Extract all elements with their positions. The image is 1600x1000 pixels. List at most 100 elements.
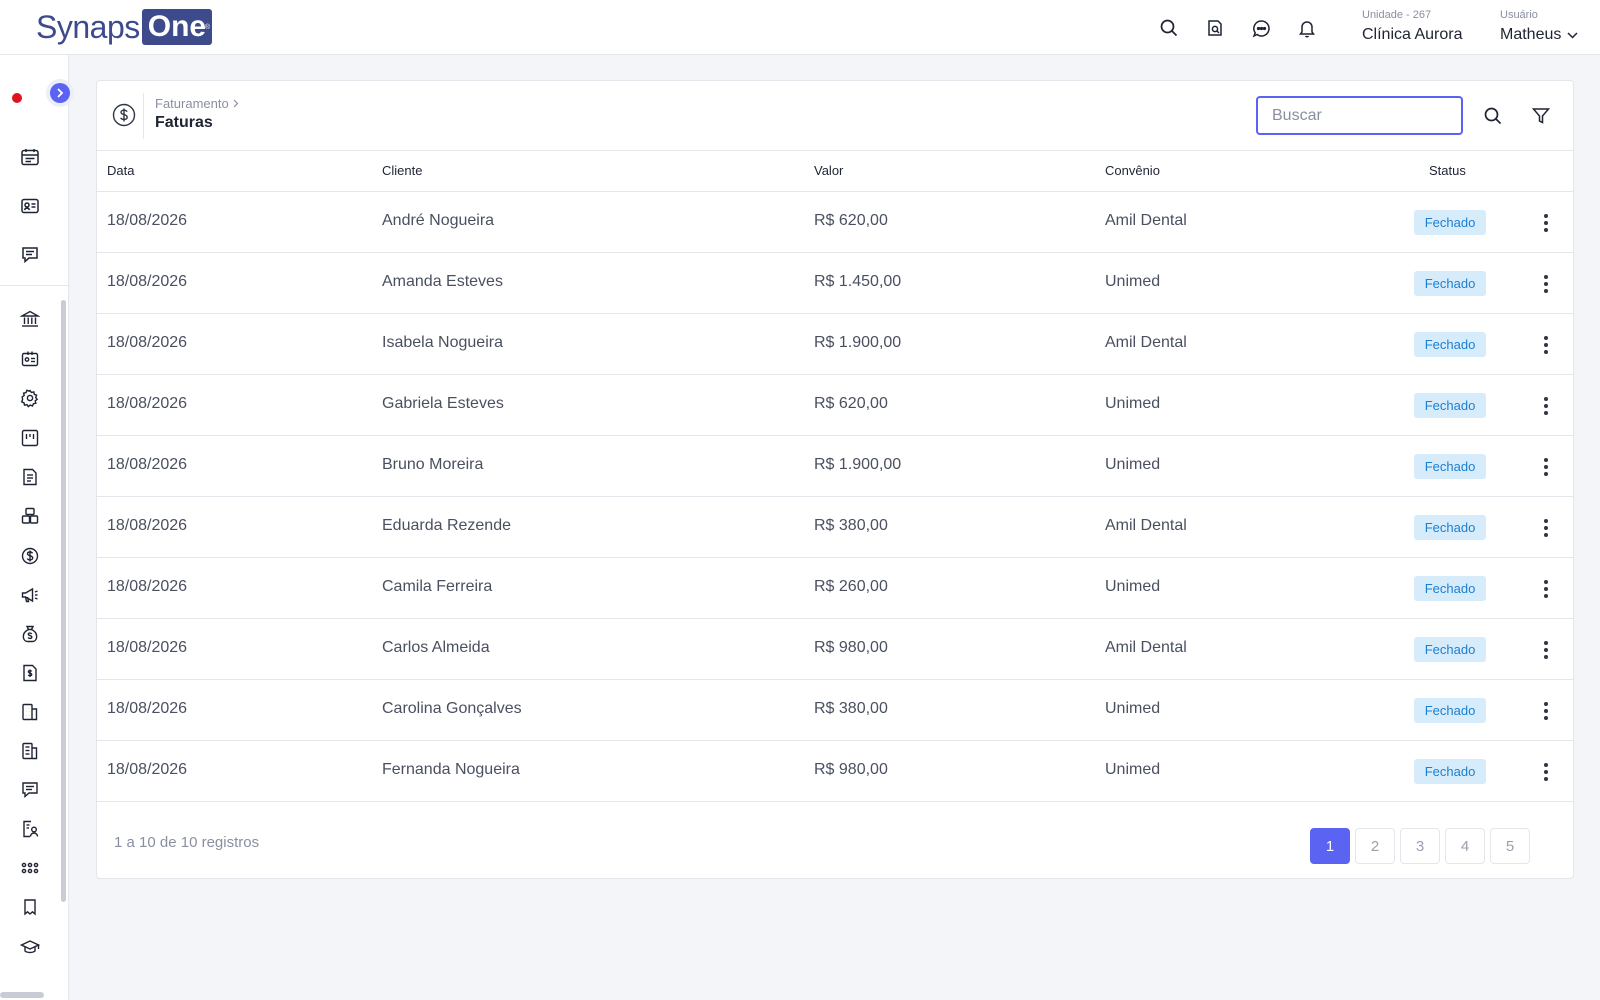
table-row[interactable]: 18/08/2026 Carlos Almeida R$ 980,00 Amil De…	[97, 619, 1573, 680]
cell-client: Fernanda Nogueira	[382, 761, 520, 778]
kebab-dot	[1544, 350, 1548, 354]
building-icon[interactable]	[18, 700, 42, 724]
search-button[interactable]	[1483, 106, 1503, 126]
bank-icon[interactable]	[18, 307, 42, 331]
clinician-icon[interactable]	[18, 817, 42, 841]
search-input[interactable]	[1256, 96, 1463, 135]
cell-plan: Unimed	[1105, 456, 1161, 473]
chat-list-icon[interactable]	[18, 778, 42, 802]
user-name: Matheus	[1500, 26, 1562, 43]
page-button-2[interactable]: 2	[1355, 828, 1395, 864]
tooth-icon[interactable]	[18, 895, 42, 919]
patient-card-icon[interactable]	[18, 347, 42, 371]
column-header-status[interactable]: Status	[1429, 163, 1466, 178]
cell-value: R$ 980,00	[814, 639, 888, 656]
cell-date: 18/08/2026	[107, 700, 188, 717]
apps-icon[interactable]	[18, 856, 42, 880]
cell-date: 18/08/2026	[107, 334, 188, 351]
more-actions-icon[interactable]	[1538, 517, 1554, 539]
cell-value: R$ 620,00	[814, 395, 888, 412]
megaphone-icon[interactable]	[18, 583, 42, 607]
more-actions-icon[interactable]	[1538, 578, 1554, 600]
kebab-dot	[1544, 519, 1548, 523]
page-button-4[interactable]: 4	[1445, 828, 1485, 864]
inventory-icon[interactable]	[18, 504, 42, 528]
file-dollar-icon[interactable]	[18, 661, 42, 685]
chevron-right-icon	[57, 88, 64, 98]
horizontal-scrollbar[interactable]	[0, 992, 44, 998]
chevron-right-icon	[233, 99, 239, 108]
cell-date: 18/08/2026	[107, 517, 188, 534]
user-label: Usuário	[1500, 9, 1538, 21]
document-icon[interactable]	[18, 465, 42, 489]
document-search-icon[interactable]	[1204, 17, 1226, 39]
breadcrumb[interactable]: Faturamento	[155, 96, 239, 111]
table-row[interactable]: 18/08/2026 Fernanda Nogueira R$ 980,00 Unim…	[97, 741, 1573, 802]
building-alt-icon[interactable]	[18, 739, 42, 763]
table-row[interactable]: 18/08/2026 Gabriela Esteves R$ 620,00 Unime…	[97, 375, 1573, 436]
calendar-icon[interactable]	[18, 145, 42, 169]
table-row[interactable]: 18/08/2026 Amanda Esteves R$ 1.450,00 Unime…	[97, 253, 1573, 314]
kebab-dot	[1544, 465, 1548, 469]
user-menu[interactable]: Usuário Matheus	[1500, 8, 1578, 46]
more-actions-icon[interactable]	[1538, 639, 1554, 661]
status-badge: Fechado	[1414, 210, 1486, 235]
money-bag-icon[interactable]	[18, 622, 42, 646]
unit-label: Unidade - 267	[1362, 9, 1432, 21]
table-row[interactable]: 18/08/2026 Eduarda Rezende R$ 380,00 Amil D…	[97, 497, 1573, 558]
cell-date: 18/08/2026	[107, 639, 188, 656]
filter-icon	[1532, 108, 1550, 124]
sidebar-scrollbar[interactable]	[61, 300, 66, 902]
cell-plan: Unimed	[1105, 700, 1161, 717]
column-header-cliente[interactable]: Cliente	[382, 163, 422, 178]
more-actions-icon[interactable]	[1538, 273, 1554, 295]
chat-icon[interactable]	[1250, 17, 1272, 39]
more-actions-icon[interactable]	[1538, 761, 1554, 783]
more-actions-icon[interactable]	[1538, 700, 1554, 722]
board-icon[interactable]	[18, 426, 42, 450]
more-actions-icon[interactable]	[1538, 212, 1554, 234]
kebab-dot	[1544, 770, 1548, 774]
kebab-dot	[1544, 411, 1548, 415]
graduation-cap-icon[interactable]	[18, 935, 42, 959]
table-row[interactable]: 18/08/2026 Isabela Nogueira R$ 1.900,00 Ami…	[97, 314, 1573, 375]
search-icon	[1484, 107, 1502, 125]
kebab-dot	[1544, 336, 1548, 340]
page-button-3[interactable]: 3	[1400, 828, 1440, 864]
status-badge: Fechado	[1414, 271, 1486, 296]
gear-icon[interactable]	[18, 386, 42, 410]
filter-button[interactable]	[1531, 106, 1551, 126]
dollar-icon[interactable]	[18, 544, 42, 568]
search-icon[interactable]	[1158, 17, 1180, 39]
cell-client: Camila Ferreira	[382, 578, 493, 595]
more-actions-icon[interactable]	[1538, 334, 1554, 356]
more-actions-icon[interactable]	[1538, 395, 1554, 417]
breadcrumb-item[interactable]: Faturamento	[155, 96, 229, 111]
logo-one-label: One	[147, 10, 207, 43]
id-card-icon[interactable]	[18, 194, 42, 218]
column-header-valor[interactable]: Valor	[814, 163, 843, 178]
more-actions-icon[interactable]	[1538, 456, 1554, 478]
column-header-data[interactable]: Data	[107, 163, 134, 178]
kebab-dot	[1544, 472, 1548, 476]
cell-plan: Amil Dental	[1105, 334, 1187, 351]
table-row[interactable]: 18/08/2026 André Nogueira R$ 620,00 Amil De…	[97, 192, 1573, 253]
page-button-5[interactable]: 5	[1490, 828, 1530, 864]
page-title: Faturas	[155, 114, 213, 131]
table-row[interactable]: 18/08/2026 Bruno Moreira R$ 1.900,00 Unimed…	[97, 436, 1573, 497]
expand-sidebar-button[interactable]	[50, 83, 70, 103]
page-button-1[interactable]: 1	[1310, 828, 1350, 864]
kebab-dot	[1544, 221, 1548, 225]
table-row[interactable]: 18/08/2026 Carolina Gonçalves R$ 380,00 Uni…	[97, 680, 1573, 741]
unit-selector[interactable]: Unidade - 267 Clínica Aurora	[1362, 8, 1463, 46]
message-icon[interactable]	[18, 243, 42, 267]
column-header-convenio[interactable]: Convênio	[1105, 163, 1160, 178]
status-badge: Fechado	[1414, 637, 1486, 662]
cell-client: André Nogueira	[382, 212, 495, 229]
synapsone-logo[interactable]: Synaps One ®	[36, 9, 213, 45]
table-row[interactable]: 18/08/2026 Camila Ferreira R$ 260,00 Unimed…	[97, 558, 1573, 619]
kebab-dot	[1544, 289, 1548, 293]
cell-plan: Unimed	[1105, 273, 1161, 290]
top-header: Synaps One ® Unidade - 267 Clínica Aurora…	[0, 0, 1600, 55]
bell-icon[interactable]	[1296, 17, 1318, 39]
